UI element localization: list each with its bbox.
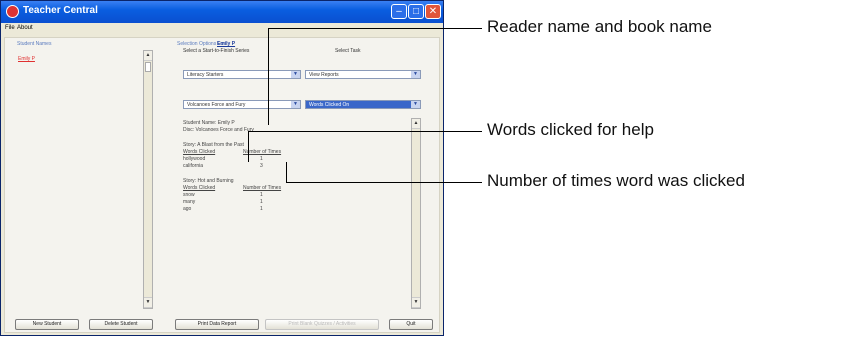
report-scrollbar[interactable]: ▲ ▼: [411, 118, 421, 309]
print-blank-quizzes-button: Print Blank Quizzes / Activities: [265, 319, 379, 330]
report-area: Student Name: Emily P Disc: Volcanoes Fo…: [183, 118, 423, 304]
delete-student-button[interactable]: Delete Student: [89, 319, 153, 330]
chevron-down-icon[interactable]: ▼: [411, 101, 420, 108]
word-cell: ago: [183, 206, 192, 212]
callout-words-clicked: Words clicked for help: [487, 120, 654, 139]
quit-button[interactable]: Quit: [389, 319, 433, 330]
word-cell: many: [183, 199, 196, 205]
times-cell: 1: [260, 192, 263, 198]
window-title: Teacher Central: [23, 5, 98, 16]
book-select-value: Volcanoes Force and Fury: [187, 102, 246, 108]
book-select[interactable]: Volcanoes Force and Fury ▼: [183, 100, 301, 109]
callout-line: [248, 131, 482, 132]
teacher-central-window: Teacher Central – □ ✕ File About Student…: [0, 0, 444, 336]
word-cell: hollywood: [183, 156, 206, 162]
task-select[interactable]: View Reports ▼: [305, 70, 421, 79]
callout-reader-book: Reader name and book name: [487, 17, 712, 36]
chevron-down-icon[interactable]: ▼: [291, 101, 300, 108]
app-icon: [6, 5, 19, 18]
series-select[interactable]: Literacy Starters ▼: [183, 70, 301, 79]
callout-line: [248, 131, 249, 162]
times-cell: 1: [260, 199, 263, 205]
menu-about[interactable]: About: [17, 25, 33, 31]
word-cell: california: [183, 163, 204, 169]
task-select-value: View Reports: [309, 72, 339, 78]
story-title: Story: Hot and Burning: [183, 178, 234, 184]
report-type-select[interactable]: Words Clicked On ▼: [305, 100, 421, 109]
new-student-button[interactable]: New Student: [15, 319, 79, 330]
story-title: Story: A Blast from the Past: [183, 142, 244, 148]
scroll-down-icon[interactable]: ▼: [144, 297, 152, 308]
title-bar[interactable]: Teacher Central – □ ✕: [1, 1, 443, 23]
print-data-report-button[interactable]: Print Data Report: [175, 319, 259, 330]
series-select-value: Literacy Starters: [187, 72, 224, 78]
word-cell: snow: [183, 192, 195, 198]
menu-file[interactable]: File: [5, 25, 15, 31]
scroll-up-icon[interactable]: ▲: [412, 119, 420, 129]
scroll-down-icon[interactable]: ▼: [412, 297, 420, 308]
student-list-scrollbar[interactable]: ▲ ▼: [143, 50, 153, 309]
words-clicked-header: Words Clicked: [183, 185, 216, 191]
menu-bar: File About: [1, 23, 443, 35]
callout-line: [268, 28, 482, 29]
times-cell: 3: [260, 163, 263, 169]
report-student-line: Student Name: Emily P: [183, 120, 235, 126]
student-names-header: Student Names: [17, 41, 52, 47]
close-button[interactable]: ✕: [425, 4, 441, 19]
scroll-up-icon[interactable]: ▲: [144, 51, 152, 61]
callout-line: [286, 162, 287, 183]
report-disc-line: Disc: Volcanoes Force and Fury: [183, 127, 254, 133]
callout-line: [286, 182, 482, 183]
task-label: Select Task: [335, 48, 361, 54]
student-item[interactable]: Emily P: [18, 56, 35, 62]
number-of-times-header: Number of Times: [243, 185, 282, 191]
series-label: Select a Start-to-Finish Series: [183, 48, 250, 54]
words-clicked-header: Words Clicked: [183, 149, 216, 155]
callout-line: [268, 28, 269, 125]
callout-times-clicked: Number of times word was clicked: [487, 171, 745, 190]
chevron-down-icon[interactable]: ▼: [411, 71, 420, 78]
main-panel: Student Names Emily P ▲ ▼ Selection Opti…: [4, 37, 440, 333]
student-list: Emily P: [18, 48, 158, 309]
times-cell: 1: [260, 156, 263, 162]
scroll-thumb[interactable]: [145, 62, 151, 72]
maximize-button[interactable]: □: [408, 4, 424, 19]
chevron-down-icon[interactable]: ▼: [291, 71, 300, 78]
minimize-button[interactable]: –: [391, 4, 407, 19]
times-cell: 1: [260, 206, 263, 212]
report-type-value: Words Clicked On: [309, 102, 350, 108]
selected-student-name: Emily P: [217, 41, 236, 47]
